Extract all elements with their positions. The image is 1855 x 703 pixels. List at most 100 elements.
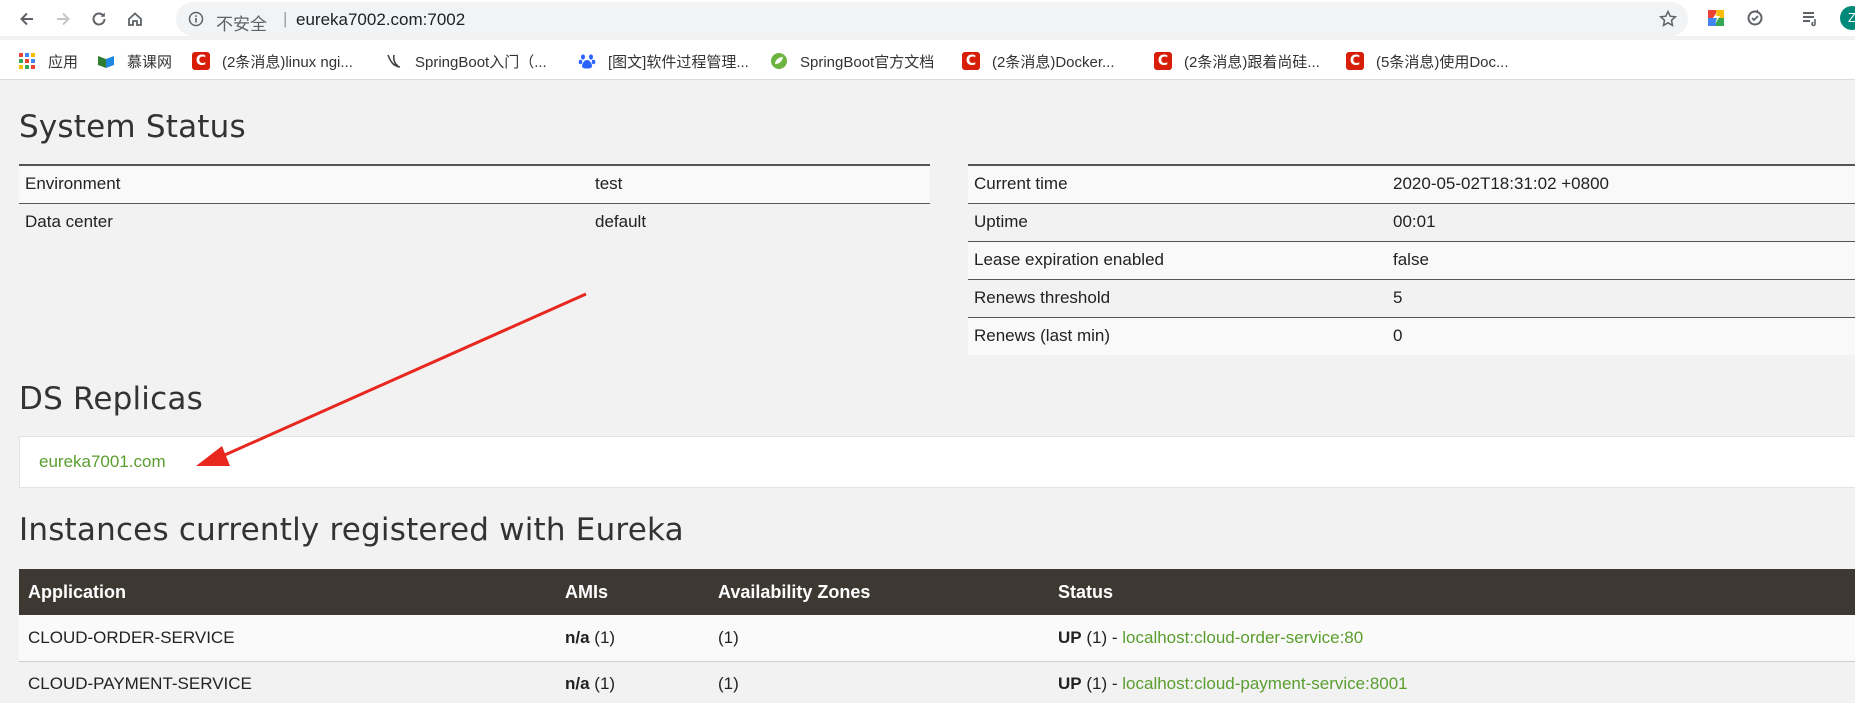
bookmark-springboot-docs[interactable]: SpringBoot官方文档 xyxy=(770,50,934,72)
status-key: Environment xyxy=(19,164,589,203)
system-status-right-table: Current time 2020-05-02T18:31:02 +0800 U… xyxy=(968,164,1855,355)
eureka-dashboard: System Status Environment test Data cent… xyxy=(0,81,1855,703)
bookmark-csdn-linux[interactable]: C (2条消息)linux ngi... xyxy=(192,50,353,72)
ami-value: n/a xyxy=(565,627,590,647)
home-button[interactable] xyxy=(124,8,146,30)
ami-cell: n/a (1) xyxy=(556,615,709,662)
csdn-icon: C xyxy=(1154,52,1172,70)
status-value: false xyxy=(1387,240,1855,279)
bookmark-csdn-use-docker[interactable]: C (5条消息)使用Doc... xyxy=(1346,50,1509,72)
status-row: Uptime 00:01 xyxy=(968,202,1855,241)
status-key: Renews threshold xyxy=(968,278,1387,317)
browser-toolbar: 不安全 | eureka7002.com:7002 Z xyxy=(0,0,1855,36)
back-button[interactable] xyxy=(16,8,38,30)
bookmark-label: SpringBoot入门（... xyxy=(415,53,547,71)
bookmarks-bar: 应用 慕课网 C (2条消息)linux ngi... SpringBoot入门… xyxy=(0,40,1855,80)
zones-cell: (1) xyxy=(709,615,1049,662)
status-cell: UP (1) - localhost:cloud-order-service:8… xyxy=(1049,615,1855,662)
sync-icon[interactable] xyxy=(1745,8,1765,28)
status-value: 5 xyxy=(1387,278,1855,317)
status-value: UP xyxy=(1058,674,1082,693)
bookmark-label: [图文]软件过程管理... xyxy=(608,53,749,71)
apps-grid-icon xyxy=(19,53,35,69)
status-row: Current time 2020-05-02T18:31:02 +0800 xyxy=(968,164,1855,203)
arrow-right-icon xyxy=(57,12,70,26)
system-status-left-table: Environment test Data center default xyxy=(19,164,930,241)
status-row: Data center default xyxy=(19,202,930,241)
column-header-amis: AMIs xyxy=(556,569,709,615)
table-row: CLOUD-ORDER-SERVICE n/a (1) (1) UP (1) -… xyxy=(19,615,1855,662)
replica-link[interactable]: eureka7001.com xyxy=(39,452,166,472)
bookmark-label: (2条消息)Docker... xyxy=(992,53,1115,71)
ami-cell: n/a (1) xyxy=(556,661,709,703)
home-icon xyxy=(128,12,142,26)
status-row: Renews threshold 5 xyxy=(968,278,1855,317)
bookmark-apps[interactable]: 应用 xyxy=(18,50,78,72)
status-row: Renews (last min) 0 xyxy=(968,316,1855,355)
application-name: CLOUD-PAYMENT-SERVICE xyxy=(19,661,556,703)
csdn-icon: C xyxy=(1346,52,1364,70)
reload-icon xyxy=(92,12,106,26)
status-key: Current time xyxy=(968,164,1387,203)
replicas-list: eureka7001.com xyxy=(19,436,1855,488)
imooc-icon xyxy=(98,56,114,68)
status-value: test xyxy=(589,164,930,203)
status-key: Uptime xyxy=(968,202,1387,241)
status-key: Renews (last min) xyxy=(968,316,1387,355)
security-label: 不安全 xyxy=(216,15,267,34)
status-value: 0 xyxy=(1387,316,1855,355)
bookmark-csdn-atguigu[interactable]: C (2条消息)跟着尚硅... xyxy=(1154,50,1320,72)
application-name: CLOUD-ORDER-SERVICE xyxy=(19,615,556,662)
column-header-status: Status xyxy=(1049,569,1855,615)
forward-button[interactable] xyxy=(52,8,74,30)
status-row: Environment test xyxy=(19,164,930,203)
info-icon[interactable] xyxy=(188,11,204,27)
table-row: CLOUD-PAYMENT-SERVICE n/a (1) (1) UP (1)… xyxy=(19,661,1855,703)
status-count: (1) - xyxy=(1086,627,1118,647)
zones-cell: (1) xyxy=(709,661,1049,703)
profile-avatar[interactable]: Z xyxy=(1840,6,1855,30)
csdn-icon: C xyxy=(192,52,210,70)
instance-link[interactable]: localhost:cloud-order-service:80 xyxy=(1122,628,1363,647)
instances-title: Instances currently registered with Eure… xyxy=(19,512,684,548)
bookmark-springboot-intro[interactable]: SpringBoot入门（... xyxy=(385,50,547,72)
ami-count: (1) xyxy=(594,627,616,647)
ami-count: (1) xyxy=(594,674,616,693)
bookmark-imooc[interactable]: 慕课网 xyxy=(97,50,172,72)
bookmark-label: 应用 xyxy=(48,53,79,71)
separator: | xyxy=(283,9,288,28)
status-value: default xyxy=(589,202,930,241)
column-header-zones: Availability Zones xyxy=(709,569,1049,615)
url-text[interactable]: eureka7002.com:7002 xyxy=(296,10,465,30)
baidu-paw-icon xyxy=(578,54,596,69)
spring-leaf-icon xyxy=(771,53,787,69)
reading-list-icon[interactable] xyxy=(1800,8,1820,28)
arrow-left-icon xyxy=(20,12,33,26)
status-cell: UP (1) - localhost:cloud-payment-service… xyxy=(1049,661,1855,703)
reload-button[interactable] xyxy=(88,8,110,30)
instances-table: Application AMIs Availability Zones Stat… xyxy=(19,569,1855,703)
bookmark-label: (5条消息)使用Doc... xyxy=(1376,53,1509,71)
column-header-application: Application xyxy=(19,569,556,615)
status-key: Data center xyxy=(19,202,589,241)
bookmark-label: SpringBoot官方文档 xyxy=(800,53,935,71)
ds-replicas-title: DS Replicas xyxy=(19,381,203,417)
status-value: 2020-05-02T18:31:02 +0800 xyxy=(1387,164,1855,203)
bookmark-software-process[interactable]: [图文]软件过程管理... xyxy=(578,50,749,72)
star-icon[interactable] xyxy=(1658,9,1678,29)
ami-value: n/a xyxy=(565,674,590,693)
status-value: UP xyxy=(1058,627,1082,647)
bookmark-label: 慕课网 xyxy=(127,53,173,71)
table-header-row: Application AMIs Availability Zones Stat… xyxy=(19,569,1855,615)
system-status-title: System Status xyxy=(19,109,246,145)
address-bar[interactable]: 不安全 | eureka7002.com:7002 xyxy=(176,2,1688,36)
bookmark-icon xyxy=(387,54,401,68)
extension-colorful-icon[interactable] xyxy=(1706,8,1726,28)
csdn-icon: C xyxy=(962,52,980,70)
status-row: Lease expiration enabled false xyxy=(968,240,1855,279)
status-key: Lease expiration enabled xyxy=(968,240,1387,279)
bookmark-csdn-docker[interactable]: C (2条消息)Docker... xyxy=(962,50,1115,72)
status-value: 00:01 xyxy=(1387,202,1855,241)
instance-link[interactable]: localhost:cloud-payment-service:8001 xyxy=(1122,674,1407,693)
bookmark-label: (2条消息)跟着尚硅... xyxy=(1184,53,1320,71)
